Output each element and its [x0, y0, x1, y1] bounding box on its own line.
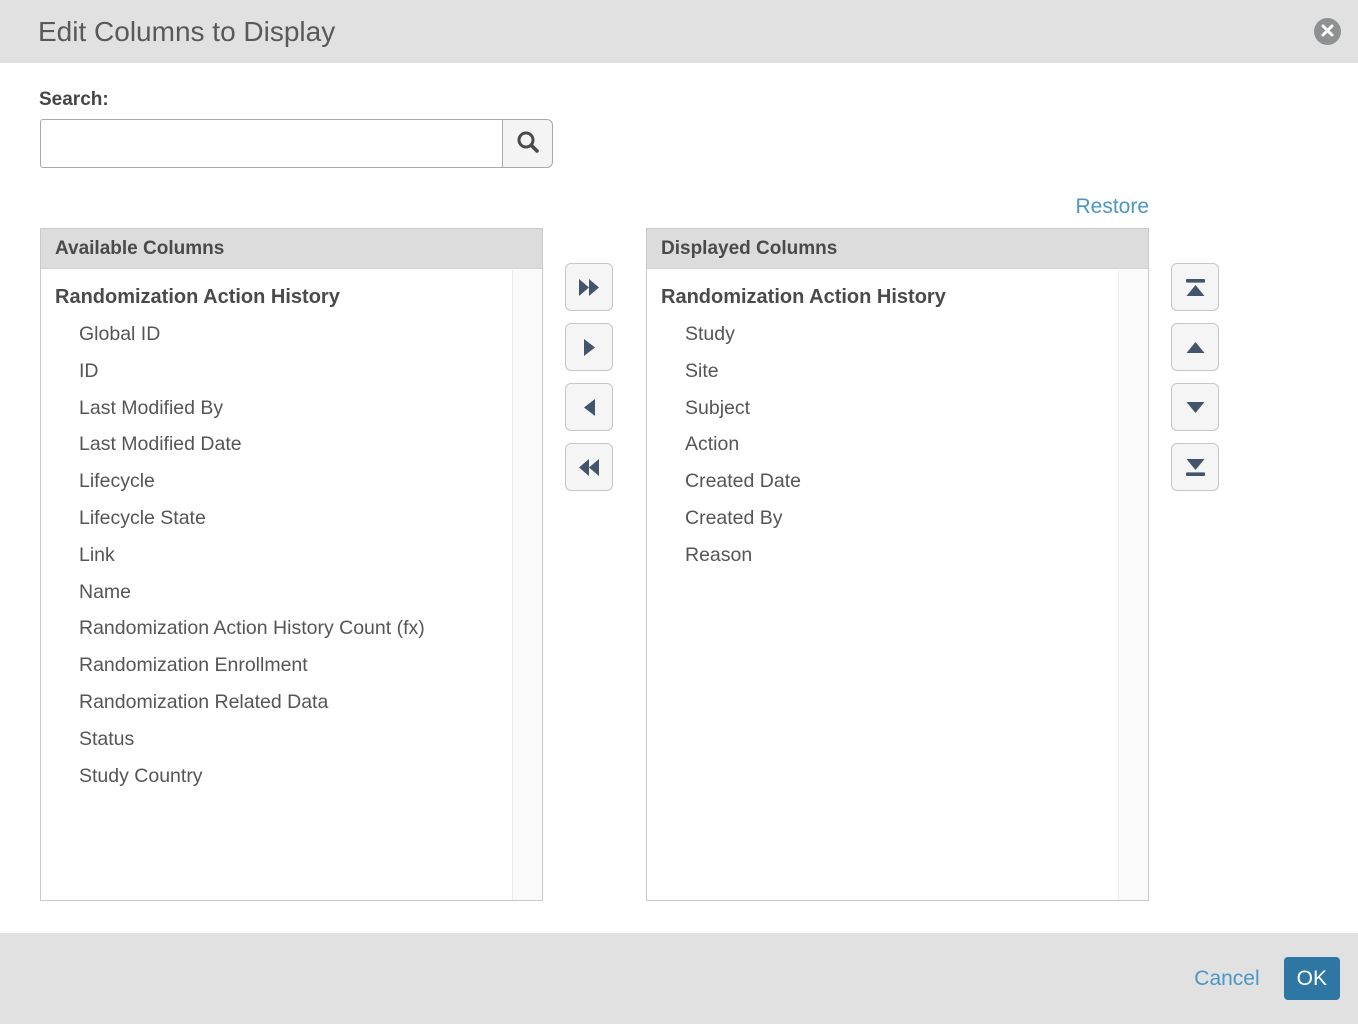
- list-item[interactable]: Randomization Related Data: [41, 684, 512, 721]
- displayed-columns-panel: Displayed Columns Randomization Action H…: [646, 228, 1149, 901]
- move-up-button[interactable]: [1171, 323, 1219, 371]
- arrow-right-icon: [583, 338, 596, 357]
- search-box: [40, 119, 553, 168]
- available-columns-header: Available Columns: [41, 229, 542, 269]
- ok-button[interactable]: OK: [1284, 957, 1340, 1000]
- list-item[interactable]: Site: [647, 353, 1118, 390]
- arrow-up-icon: [1185, 341, 1206, 354]
- list-item[interactable]: Status: [41, 721, 512, 758]
- move-right-button[interactable]: [565, 323, 613, 371]
- double-arrow-right-icon: [578, 278, 601, 297]
- move-to-top-button[interactable]: [1171, 263, 1219, 311]
- list-item[interactable]: Created Date: [647, 463, 1118, 500]
- move-to-bottom-icon: [1185, 458, 1206, 477]
- search-label: Search:: [39, 89, 109, 111]
- list-item[interactable]: Subject: [647, 390, 1118, 427]
- arrow-left-icon: [583, 398, 596, 417]
- displayed-columns-header: Displayed Columns: [647, 229, 1148, 269]
- move-all-left-button[interactable]: [565, 443, 613, 491]
- list-item[interactable]: Lifecycle State: [41, 500, 512, 537]
- move-to-bottom-button[interactable]: [1171, 443, 1219, 491]
- list-item[interactable]: Randomization Action History Count (fx): [41, 610, 512, 647]
- dialog-titlebar: Edit Columns to Display: [0, 0, 1358, 63]
- available-columns-panel: Available Columns Randomization Action H…: [40, 228, 543, 901]
- list-item[interactable]: Last Modified By: [41, 390, 512, 427]
- arrow-down-icon: [1185, 401, 1206, 414]
- displayed-group-header: Randomization Action History: [647, 279, 1118, 316]
- cancel-button[interactable]: Cancel: [1194, 967, 1259, 991]
- list-item[interactable]: Study Country: [41, 758, 512, 795]
- displayed-columns-list: Randomization Action History Study Site …: [647, 270, 1118, 900]
- available-group-header: Randomization Action History: [41, 279, 512, 316]
- close-button[interactable]: [1314, 18, 1341, 45]
- list-item[interactable]: Link: [41, 537, 512, 574]
- magnifier-icon: [515, 129, 541, 158]
- list-item[interactable]: ID: [41, 353, 512, 390]
- transfer-button-column: [565, 263, 613, 491]
- double-arrow-left-icon: [578, 458, 601, 477]
- scrollbar-track[interactable]: [512, 270, 542, 900]
- list-item[interactable]: Created By: [647, 500, 1118, 537]
- move-down-button[interactable]: [1171, 383, 1219, 431]
- list-item[interactable]: Reason: [647, 537, 1118, 574]
- move-to-top-icon: [1185, 278, 1206, 297]
- close-icon: [1321, 24, 1334, 40]
- dialog-footer: Cancel OK: [0, 933, 1358, 1024]
- list-item[interactable]: Lifecycle: [41, 463, 512, 500]
- available-columns-list: Randomization Action History Global ID I…: [41, 270, 512, 900]
- list-item[interactable]: Name: [41, 574, 512, 611]
- move-left-button[interactable]: [565, 383, 613, 431]
- list-item[interactable]: Randomization Enrollment: [41, 647, 512, 684]
- list-item[interactable]: Action: [647, 426, 1118, 463]
- dialog-title: Edit Columns to Display: [38, 16, 335, 48]
- list-item[interactable]: Last Modified Date: [41, 426, 512, 463]
- reorder-button-column: [1171, 263, 1219, 491]
- restore-link[interactable]: Restore: [646, 195, 1149, 219]
- move-all-right-button[interactable]: [565, 263, 613, 311]
- list-item[interactable]: Global ID: [41, 316, 512, 353]
- scrollbar-track[interactable]: [1118, 270, 1148, 900]
- search-input[interactable]: [40, 119, 502, 168]
- search-button[interactable]: [502, 119, 553, 168]
- list-item[interactable]: Study: [647, 316, 1118, 353]
